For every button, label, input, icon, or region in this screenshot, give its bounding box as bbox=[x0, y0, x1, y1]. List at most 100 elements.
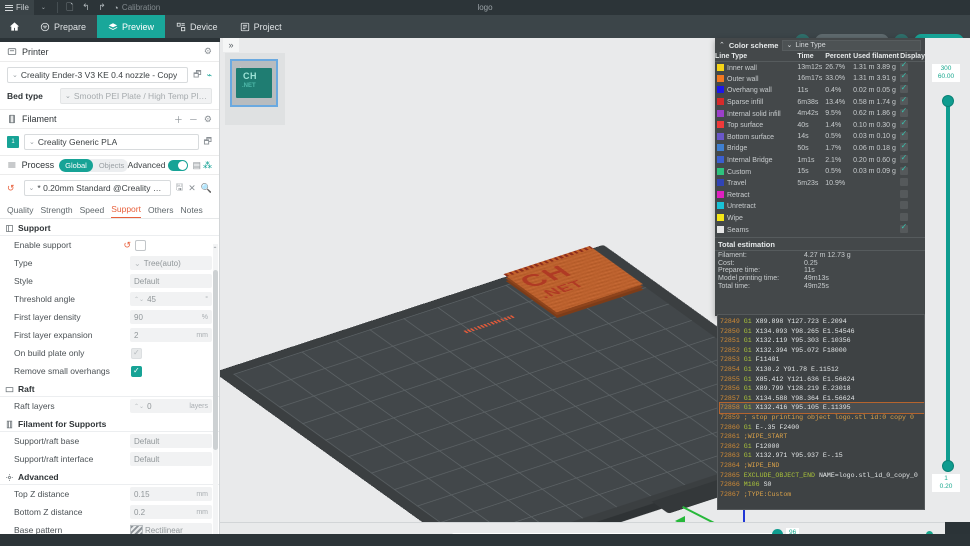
edit-printer-icon[interactable]: 🗗 bbox=[193, 67, 201, 83]
line-type-row[interactable]: Top surface 40s 1.4% 0.10 m 0.30 g bbox=[715, 118, 925, 131]
support-raft-interface-value[interactable]: Default bbox=[130, 452, 212, 466]
process-preset-select[interactable]: ⌄ * 0.20mm Standard @Creality Ende... bbox=[23, 180, 171, 196]
gcode-line[interactable]: 72863 G1 X132.971 Y95.937 E-.15 bbox=[720, 451, 924, 461]
tab-device[interactable]: Device bbox=[165, 15, 229, 38]
line-type-row[interactable]: Wipe bbox=[715, 212, 925, 224]
scroll-up-icon[interactable]: ⌃ bbox=[212, 246, 218, 253]
bed-type-select[interactable]: ⌄ Smooth PEI Plate / High Temp Plate bbox=[60, 88, 212, 104]
display-checkbox[interactable] bbox=[900, 222, 909, 233]
spinner-icon[interactable]: ⌃⌄ bbox=[134, 296, 144, 303]
gcode-line[interactable]: 72853 G1 F11401 bbox=[720, 355, 924, 365]
printer-preset-select[interactable]: ⌄ Creality Ender-3 V3 KE 0.4 nozzle - Co… bbox=[7, 67, 189, 83]
line-type-row[interactable]: Inner wall 13m12s 26.7% 1.31 m 3.89 g bbox=[715, 60, 925, 74]
spinner-icon[interactable]: ⌃⌄ bbox=[134, 403, 144, 410]
add-filament-icon[interactable]: ＋ bbox=[174, 113, 183, 126]
gcode-line[interactable]: 72850 G1 X134.093 Y98.265 E1.54546 bbox=[720, 327, 924, 337]
color-scheme-select[interactable]: ⌄ Line Type bbox=[782, 39, 921, 51]
advanced-toggle[interactable] bbox=[168, 159, 189, 171]
display-checkbox[interactable] bbox=[900, 118, 909, 129]
tab-prepare[interactable]: Prepare bbox=[29, 15, 97, 38]
undo-icon[interactable]: ↰ bbox=[78, 2, 94, 13]
gcode-line[interactable]: 72852 G1 X132.394 Y95.072 F18000 bbox=[720, 346, 924, 356]
gcode-line[interactable]: 72856 G1 X89.799 Y128.219 E.23018 bbox=[720, 384, 924, 394]
edit-filament-icon[interactable]: 🗗 bbox=[204, 134, 212, 150]
process-scope-toggle[interactable]: Global Objects bbox=[59, 158, 128, 172]
save-preset-icon[interactable]: 🖫 bbox=[176, 180, 184, 196]
line-type-display-cell[interactable] bbox=[900, 177, 925, 189]
preset-variants-icon[interactable]: ⁂ bbox=[203, 160, 212, 171]
tab-support[interactable]: Support bbox=[111, 204, 141, 218]
compare-presets-icon[interactable]: ▤ bbox=[192, 160, 201, 171]
display-checkbox[interactable] bbox=[900, 189, 909, 198]
display-checkbox[interactable] bbox=[900, 178, 909, 187]
display-checkbox[interactable] bbox=[900, 164, 909, 175]
threshold-angle-input[interactable]: ⌃⌄ 45 ° bbox=[130, 292, 212, 306]
gcode-viewer[interactable]: 72849 G1 X89.898 Y127.723 E.2094 72850 G1… bbox=[717, 314, 925, 510]
enable-support-checkbox[interactable] bbox=[135, 239, 146, 251]
reset-process-icon[interactable]: ↺ bbox=[7, 183, 15, 194]
line-type-row[interactable]: Overhang wall 11s 0.4% 0.02 m 0.05 g bbox=[715, 83, 925, 97]
tab-preview[interactable]: Preview bbox=[97, 15, 166, 38]
gcode-line[interactable]: 72865 EXCLUDE_OBJECT_END NAME=logo.stl_i… bbox=[720, 471, 924, 481]
printer-connect-icon[interactable]: ⌁ bbox=[207, 70, 212, 81]
line-type-row[interactable]: Sparse infill 6m38s 13.4% 0.58 m 1.74 g bbox=[715, 95, 925, 108]
search-icon[interactable]: 🔍 bbox=[201, 183, 212, 194]
layer-slider-upper-handle[interactable] bbox=[942, 95, 954, 107]
tab-strength[interactable]: Strength bbox=[40, 205, 72, 218]
sidebar-scrollbar[interactable] bbox=[213, 244, 218, 546]
gcode-line[interactable]: 72860 G1 E-.35 F2400 bbox=[720, 423, 924, 433]
calibration-label[interactable]: Calibration bbox=[122, 3, 160, 12]
layer-slider[interactable]: 300 60.00 1 0.20 bbox=[925, 38, 970, 522]
line-type-row[interactable]: Internal solid infill 4m42s 9.5% 0.62 m 1.8… bbox=[715, 106, 925, 120]
line-type-row[interactable]: Unretract bbox=[715, 201, 925, 213]
gcode-line[interactable]: 72854 G1 X130.2 Y91.78 E.11512 bbox=[720, 365, 924, 375]
tab-project[interactable]: Project bbox=[229, 15, 293, 38]
gcode-line[interactable]: 72867 ;TYPE:Custom bbox=[720, 490, 924, 500]
home-tab[interactable] bbox=[0, 15, 29, 38]
line-type-row[interactable]: Retract bbox=[715, 189, 925, 201]
tab-notes[interactable]: Notes bbox=[181, 205, 203, 218]
save-icon[interactable]: 🗋 bbox=[62, 0, 78, 16]
gcode-line[interactable]: 72858 G1 X132.416 Y95.105 E.11395 bbox=[719, 402, 924, 414]
line-type-display-cell[interactable] bbox=[900, 189, 925, 201]
gcode-line[interactable]: 72859 ; stop printing object logo.stl id… bbox=[720, 413, 924, 423]
remove-filament-icon[interactable]: － bbox=[189, 113, 198, 126]
reset-icon[interactable]: ↺ bbox=[123, 240, 131, 251]
first-layer-density-input[interactable]: 90 % bbox=[130, 310, 212, 324]
line-type-row[interactable]: Bridge 50s 1.7% 0.06 m 0.18 g bbox=[715, 141, 925, 155]
printer-settings-gear-icon[interactable]: ⚙ bbox=[204, 46, 212, 57]
tab-quality[interactable]: Quality bbox=[7, 205, 33, 218]
support-raft-base-value[interactable]: Default bbox=[130, 434, 212, 448]
support-style-value[interactable]: Default bbox=[130, 274, 212, 288]
remove-small-overhangs-checkbox[interactable] bbox=[131, 365, 142, 377]
gcode-line[interactable]: 72862 G1 F12000 bbox=[720, 442, 924, 452]
delete-preset-icon[interactable]: ✕ bbox=[188, 183, 196, 194]
line-type-row[interactable]: Bottom surface 14s 0.5% 0.03 m 0.10 g bbox=[715, 129, 925, 143]
display-checkbox[interactable] bbox=[900, 106, 909, 117]
display-checkbox[interactable] bbox=[900, 71, 909, 82]
tab-others[interactable]: Others bbox=[148, 205, 174, 218]
line-type-row[interactable]: Outer wall 16m17s 33.0% 1.31 m 3.91 g bbox=[715, 71, 925, 85]
gcode-line[interactable]: 72855 G1 X85.412 Y121.636 E1.56624 bbox=[720, 375, 924, 385]
gcode-line[interactable]: 72857 G1 X134.588 Y98.364 E1.56624 bbox=[720, 394, 924, 404]
layer-slider-lower-handle[interactable] bbox=[942, 460, 954, 472]
display-checkbox[interactable] bbox=[900, 60, 909, 71]
plate-thumbnail-1[interactable]: 1 bbox=[230, 59, 278, 107]
layer-slider-track[interactable] bbox=[946, 100, 950, 466]
top-z-distance-input[interactable]: 0.15 mm bbox=[130, 487, 212, 501]
display-checkbox[interactable] bbox=[900, 95, 909, 106]
display-checkbox[interactable] bbox=[900, 153, 909, 164]
gcode-line[interactable]: 72849 G1 X89.898 Y127.723 E.2094 bbox=[720, 317, 924, 327]
tab-speed[interactable]: Speed bbox=[80, 205, 105, 218]
display-checkbox[interactable] bbox=[900, 213, 909, 222]
raft-layers-input[interactable]: ⌃⌄ 0 layers bbox=[130, 399, 212, 413]
line-type-row[interactable]: Internal Bridge 1m1s 2.1% 0.20 m 0.60 g bbox=[715, 153, 925, 166]
filament-slot-badge[interactable]: 1 bbox=[7, 136, 19, 148]
file-menu-button[interactable]: File bbox=[0, 0, 34, 15]
first-layer-expansion-input[interactable]: 2 mm bbox=[130, 328, 212, 342]
gcode-line[interactable]: 72864 ;WIPE_END bbox=[720, 461, 924, 471]
chevron-down-icon[interactable]: ⌄ bbox=[41, 4, 46, 11]
calibration-icon[interactable]: ◔ bbox=[110, 3, 122, 13]
line-type-row[interactable]: Travel 5m23s 10.9% bbox=[715, 177, 925, 189]
scope-objects-pill[interactable]: Objects bbox=[93, 159, 128, 172]
